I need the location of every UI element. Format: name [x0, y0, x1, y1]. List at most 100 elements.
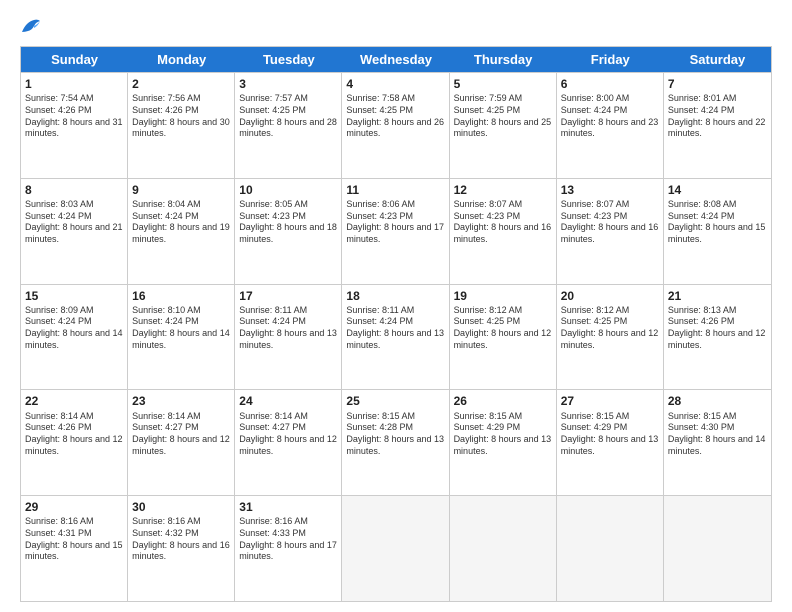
day-info: Sunrise: 8:03 AM [25, 199, 123, 211]
day-info: Sunset: 4:25 PM [454, 105, 552, 117]
day-info: Daylight: 8 hours and 18 minutes. [239, 222, 337, 245]
calendar-row: 1Sunrise: 7:54 AMSunset: 4:26 PMDaylight… [21, 72, 771, 178]
weekday-header: Sunday [21, 47, 128, 72]
day-info: Sunrise: 8:16 AM [25, 516, 123, 528]
day-info: Sunset: 4:24 PM [668, 105, 767, 117]
day-info: Sunset: 4:23 PM [454, 211, 552, 223]
weekday-header: Thursday [450, 47, 557, 72]
calendar-cell: 21Sunrise: 8:13 AMSunset: 4:26 PMDayligh… [664, 285, 771, 390]
calendar-cell: 30Sunrise: 8:16 AMSunset: 4:32 PMDayligh… [128, 496, 235, 601]
day-info: Daylight: 8 hours and 12 minutes. [25, 434, 123, 457]
day-number: 14 [668, 182, 767, 198]
day-info: Daylight: 8 hours and 13 minutes. [561, 434, 659, 457]
calendar-cell: 11Sunrise: 8:06 AMSunset: 4:23 PMDayligh… [342, 179, 449, 284]
day-info: Sunset: 4:23 PM [346, 211, 444, 223]
weekday-header: Saturday [664, 47, 771, 72]
day-info: Daylight: 8 hours and 13 minutes. [239, 328, 337, 351]
day-info: Sunrise: 8:12 AM [454, 305, 552, 317]
day-info: Daylight: 8 hours and 14 minutes. [25, 328, 123, 351]
day-info: Daylight: 8 hours and 13 minutes. [454, 434, 552, 457]
day-info: Sunset: 4:24 PM [239, 316, 337, 328]
day-number: 13 [561, 182, 659, 198]
day-number: 20 [561, 288, 659, 304]
calendar-cell: 24Sunrise: 8:14 AMSunset: 4:27 PMDayligh… [235, 390, 342, 495]
day-info: Sunset: 4:24 PM [561, 105, 659, 117]
day-info: Sunset: 4:25 PM [561, 316, 659, 328]
calendar-cell: 14Sunrise: 8:08 AMSunset: 4:24 PMDayligh… [664, 179, 771, 284]
calendar-cell: 16Sunrise: 8:10 AMSunset: 4:24 PMDayligh… [128, 285, 235, 390]
calendar-cell: 31Sunrise: 8:16 AMSunset: 4:33 PMDayligh… [235, 496, 342, 601]
day-number: 27 [561, 393, 659, 409]
calendar: SundayMondayTuesdayWednesdayThursdayFrid… [20, 46, 772, 602]
day-info: Daylight: 8 hours and 21 minutes. [25, 222, 123, 245]
day-info: Sunrise: 8:15 AM [561, 411, 659, 423]
day-number: 19 [454, 288, 552, 304]
day-number: 7 [668, 76, 767, 92]
day-info: Daylight: 8 hours and 15 minutes. [25, 540, 123, 563]
day-info: Sunrise: 8:15 AM [454, 411, 552, 423]
day-info: Sunrise: 8:11 AM [239, 305, 337, 317]
calendar-cell [557, 496, 664, 601]
calendar-header: SundayMondayTuesdayWednesdayThursdayFrid… [21, 47, 771, 72]
calendar-cell: 22Sunrise: 8:14 AMSunset: 4:26 PMDayligh… [21, 390, 128, 495]
day-info: Sunset: 4:32 PM [132, 528, 230, 540]
calendar-cell: 15Sunrise: 8:09 AMSunset: 4:24 PMDayligh… [21, 285, 128, 390]
day-info: Daylight: 8 hours and 12 minutes. [454, 328, 552, 351]
day-number: 6 [561, 76, 659, 92]
header [20, 18, 772, 36]
day-info: Sunset: 4:24 PM [132, 316, 230, 328]
weekday-header: Wednesday [342, 47, 449, 72]
day-info: Sunset: 4:27 PM [239, 422, 337, 434]
day-info: Sunset: 4:24 PM [25, 316, 123, 328]
logo [20, 18, 46, 36]
day-info: Daylight: 8 hours and 17 minutes. [239, 540, 337, 563]
calendar-cell: 27 Sunrise: 8:15 AMSunset: 4:29 PMDayligh… [557, 390, 664, 495]
day-info: Sunrise: 8:07 AM [561, 199, 659, 211]
page: SundayMondayTuesdayWednesdayThursdayFrid… [0, 0, 792, 612]
day-info: Sunrise: 8:14 AM [132, 411, 230, 423]
calendar-cell: 7Sunrise: 8:01 AMSunset: 4:24 PMDaylight… [664, 73, 771, 178]
day-info: Daylight: 8 hours and 22 minutes. [668, 117, 767, 140]
calendar-cell: 13Sunrise: 8:07 AMSunset: 4:23 PMDayligh… [557, 179, 664, 284]
calendar-cell: 8Sunrise: 8:03 AMSunset: 4:24 PMDaylight… [21, 179, 128, 284]
day-info: Sunset: 4:25 PM [239, 105, 337, 117]
day-number: 8 [25, 182, 123, 198]
day-info: Sunset: 4:26 PM [132, 105, 230, 117]
day-info: Sunrise: 8:00 AM [561, 93, 659, 105]
day-number: 29 [25, 499, 123, 515]
calendar-row: 15Sunrise: 8:09 AMSunset: 4:24 PMDayligh… [21, 284, 771, 390]
day-number: 26 [454, 393, 552, 409]
day-info: Sunset: 4:26 PM [25, 422, 123, 434]
day-info: Sunrise: 8:05 AM [239, 199, 337, 211]
calendar-cell: 17Sunrise: 8:11 AMSunset: 4:24 PMDayligh… [235, 285, 342, 390]
day-info: Daylight: 8 hours and 17 minutes. [346, 222, 444, 245]
calendar-row: 22Sunrise: 8:14 AMSunset: 4:26 PMDayligh… [21, 389, 771, 495]
day-number: 23 [132, 393, 230, 409]
day-info: Daylight: 8 hours and 23 minutes. [561, 117, 659, 140]
day-info: Sunrise: 8:12 AM [561, 305, 659, 317]
day-info: Daylight: 8 hours and 14 minutes. [132, 328, 230, 351]
calendar-cell: 10Sunrise: 8:05 AMSunset: 4:23 PMDayligh… [235, 179, 342, 284]
day-number: 21 [668, 288, 767, 304]
day-info: Sunset: 4:33 PM [239, 528, 337, 540]
day-info: Sunrise: 8:08 AM [668, 199, 767, 211]
weekday-header: Friday [557, 47, 664, 72]
day-info: Daylight: 8 hours and 12 minutes. [239, 434, 337, 457]
day-number: 22 [25, 393, 123, 409]
day-number: 15 [25, 288, 123, 304]
day-info: Sunset: 4:25 PM [346, 105, 444, 117]
day-info: Sunrise: 7:57 AM [239, 93, 337, 105]
weekday-header: Monday [128, 47, 235, 72]
calendar-row: 8Sunrise: 8:03 AM Sunset: 4:24 PM Daylight… [21, 178, 771, 284]
calendar-cell: 20Sunrise: 8:12 AMSunset: 4:25 PMDayligh… [557, 285, 664, 390]
day-info: Sunset: 4:25 PM [454, 316, 552, 328]
day-info: Daylight: 8 hours and 12 minutes. [561, 328, 659, 351]
day-info: Sunset: 4:24 PM [132, 211, 230, 223]
calendar-cell [664, 496, 771, 601]
day-info: Sunset: 4:29 PM [561, 422, 659, 434]
day-info: Daylight: 8 hours and 31 minutes. [25, 117, 123, 140]
calendar-cell: 5Sunrise: 7:59 AMSunset: 4:25 PMDaylight… [450, 73, 557, 178]
day-number: 17 [239, 288, 337, 304]
day-number: 3 [239, 76, 337, 92]
day-info: Daylight: 8 hours and 28 minutes. [239, 117, 337, 140]
